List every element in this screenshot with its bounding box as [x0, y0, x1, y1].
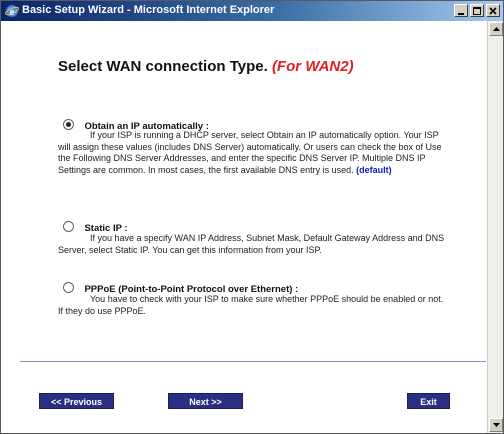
next-button[interactable]: Next >>	[168, 393, 243, 409]
page-title-accent: (For WAN2)	[271, 58, 354, 75]
page-title-text: Select WAN connection Type.	[58, 58, 268, 75]
option-description-text: If you have a specify WAN IP Address, Su…	[58, 233, 445, 255]
window-title: Basic Setup Wizard - Microsoft Internet …	[22, 4, 275, 16]
internet-explorer-icon: e	[5, 4, 19, 18]
divider	[20, 361, 486, 362]
radio-pppoe[interactable]	[63, 282, 74, 293]
wizard-content: Select WAN connection Type. (For WAN2) O…	[1, 21, 486, 433]
option-description: You have to check with your ISP to make …	[58, 294, 450, 317]
option-description: If you have a specify WAN IP Address, Su…	[58, 233, 450, 256]
radio-obtain-ip-auto[interactable]	[63, 119, 74, 130]
title-bar[interactable]: e Basic Setup Wizard - Microsoft Interne…	[1, 1, 503, 21]
exit-button[interactable]: Exit	[407, 393, 450, 409]
option-description: If your ISP is running a DHCP server, se…	[58, 130, 450, 176]
browser-window: e Basic Setup Wizard - Microsoft Interne…	[0, 0, 504, 434]
scroll-up-arrow-icon[interactable]	[489, 22, 503, 36]
page-title: Select WAN connection Type. (For WAN2)	[58, 58, 354, 75]
radio-static-ip[interactable]	[63, 221, 74, 232]
vertical-scrollbar[interactable]	[487, 21, 503, 433]
default-tag: (default)	[356, 164, 392, 175]
window-controls	[452, 4, 500, 18]
previous-button[interactable]: << Previous	[39, 393, 114, 409]
close-icon[interactable]	[486, 4, 500, 17]
option-description-text: You have to check with your ISP to make …	[58, 294, 444, 316]
minimize-icon[interactable]	[454, 4, 468, 17]
maximize-icon[interactable]	[470, 4, 484, 17]
scroll-down-arrow-icon[interactable]	[489, 418, 503, 432]
